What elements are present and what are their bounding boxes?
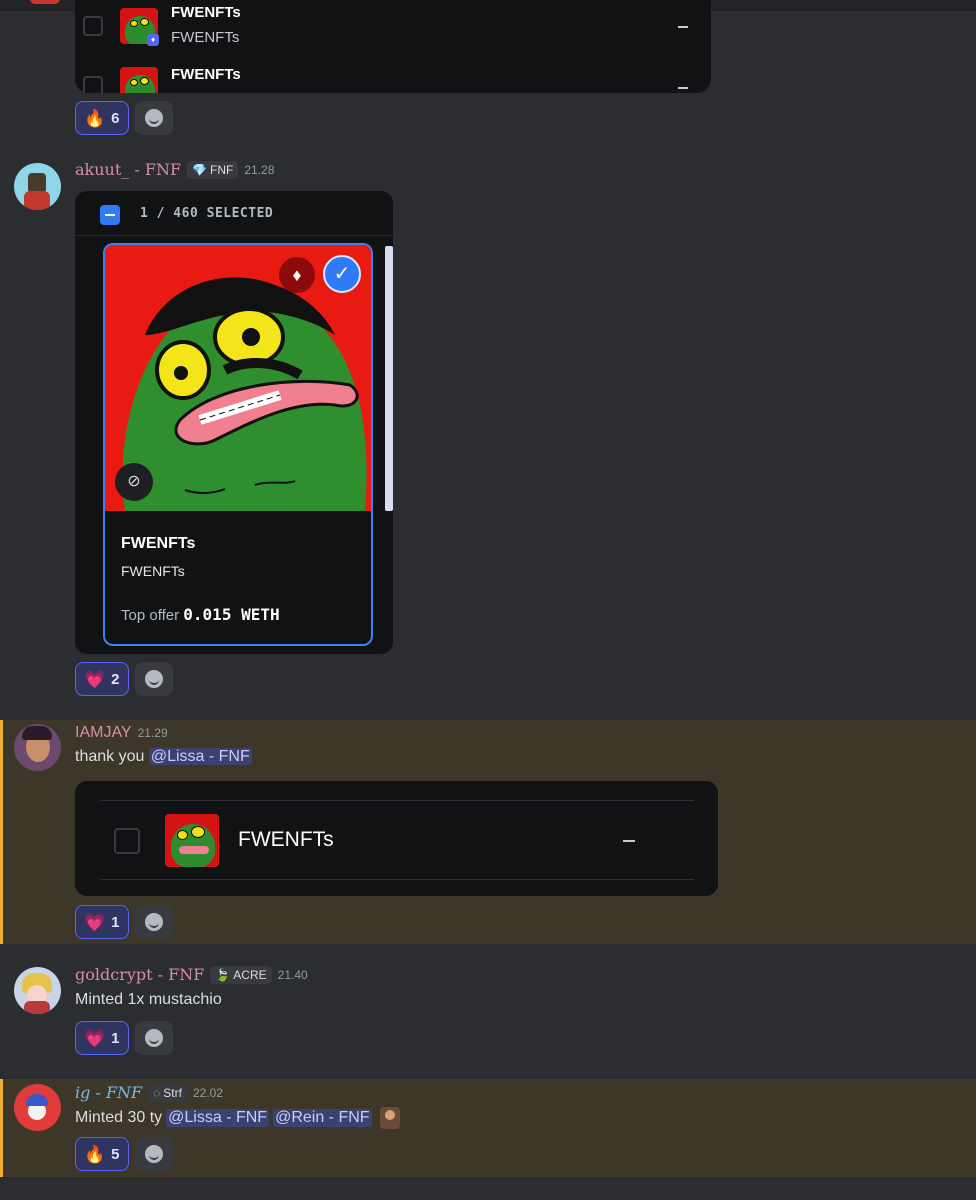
- divider: [100, 800, 694, 801]
- tag-label: FNF: [210, 162, 234, 177]
- timestamp: 21.28: [244, 162, 275, 177]
- heart-emoji-icon: 💗: [84, 669, 106, 689]
- reaction-heart[interactable]: 💗 1: [75, 905, 129, 939]
- smiley-icon: [144, 1145, 163, 1163]
- selection-header: 1 / 460 SELECTED: [75, 191, 393, 236]
- fire-emoji-icon: 🔥: [84, 108, 106, 128]
- user-mention[interactable]: @Rein - FNF: [273, 1109, 372, 1127]
- server-tag[interactable]: 💎 FNF: [187, 160, 239, 179]
- embed-subtitle: FWENFTs: [171, 29, 240, 46]
- dash-icon: [623, 840, 635, 842]
- reaction-fire[interactable]: 🔥 5: [75, 1137, 129, 1171]
- heart-emoji-icon: 💗: [84, 1028, 106, 1048]
- username[interactable]: IAMJAY: [75, 724, 132, 742]
- dash-icon: [678, 26, 688, 28]
- divider: [100, 879, 694, 880]
- reaction-count: 2: [111, 670, 120, 688]
- smiley-icon: [144, 109, 163, 127]
- heart-emoji-icon: 💗: [84, 912, 106, 932]
- top-offer: Top offer 0.015 WETH: [121, 605, 280, 624]
- add-reaction-button[interactable]: [134, 1137, 173, 1171]
- ethereum-icon: ♦: [279, 257, 315, 293]
- reaction-count: 5: [111, 1145, 120, 1163]
- message-header: IAMJAY 21.29: [75, 724, 168, 742]
- embed-row[interactable]: FWENFTs: [75, 62, 711, 93]
- add-reaction-button[interactable]: [134, 905, 173, 939]
- row-checkbox[interactable]: [83, 16, 103, 36]
- selection-count: 1 / 460 SELECTED: [140, 206, 274, 221]
- reaction-bar: 💗 2: [75, 662, 173, 696]
- next-card-peek[interactable]: [385, 246, 393, 511]
- reaction-count: 1: [111, 913, 120, 931]
- message-body: thank you: [75, 748, 145, 765]
- nft-thumbnail: [165, 814, 219, 867]
- embed-title: FWENFTs: [171, 66, 241, 83]
- nft-selection-embed: 1 / 460 SELECTED ♦ ✓ ⊘ FWENFTs FWENFTs T…: [75, 191, 393, 654]
- reaction-bar: 💗 1: [75, 1021, 173, 1055]
- avatar[interactable]: [14, 163, 61, 210]
- embed-title: FWENFTs: [238, 828, 334, 851]
- avatar[interactable]: [14, 724, 61, 771]
- eye-off-icon[interactable]: ⊘: [115, 463, 153, 501]
- eth-badge-icon: ♦: [147, 34, 159, 46]
- reaction-count: 6: [111, 109, 120, 127]
- username[interactable]: goldcrypt - FNF: [75, 965, 204, 984]
- username[interactable]: akuut_ - FNF: [75, 160, 181, 179]
- message-header: goldcrypt - FNF 🍃 ACRE 21.40: [75, 965, 308, 984]
- nft-collection: FWENFTs: [121, 563, 185, 579]
- reaction-fire[interactable]: 🔥 6: [75, 101, 129, 135]
- user-mention[interactable]: @Lissa - FNF: [148, 748, 252, 765]
- offer-value: 0.015 WETH: [183, 605, 280, 624]
- custom-emoji-icon: [379, 1107, 400, 1129]
- message-body: Minted 30 ty: [75, 1109, 163, 1126]
- reaction-heart[interactable]: 💗 1: [75, 1021, 129, 1055]
- collection-embed-top: ♦ FWENFTs FWENFTs FWENFTs: [75, 0, 711, 93]
- selected-check-icon[interactable]: ✓: [323, 255, 361, 293]
- server-tag[interactable]: ◌ Strf: [148, 1083, 187, 1102]
- timestamp: 22.02: [192, 1085, 223, 1100]
- reaction-bar: 🔥 5: [75, 1137, 173, 1171]
- avatar[interactable]: [14, 1084, 61, 1131]
- smiley-icon: [144, 913, 163, 931]
- diamond-icon: 💎: [192, 162, 208, 177]
- message-text: thank you @Lissa - FNF: [75, 748, 252, 766]
- nft-thumbnail: [120, 67, 158, 93]
- tag-label: ACRE: [233, 967, 267, 982]
- add-reaction-button[interactable]: [134, 101, 173, 135]
- smiley-icon: [144, 1029, 163, 1047]
- reaction-heart[interactable]: 💗 2: [75, 662, 129, 696]
- fire-emoji-icon: 🔥: [84, 1144, 106, 1164]
- timestamp: 21.29: [137, 726, 168, 740]
- row-checkbox[interactable]: [114, 828, 140, 854]
- collection-embed: FWENFTs: [75, 781, 718, 896]
- message-goldcrypt: goldcrypt - FNF 🍃 ACRE 21.40 Minted 1x mu…: [0, 955, 976, 1075]
- server-tag[interactable]: 🍃 ACRE: [210, 965, 272, 984]
- deselect-checkbox[interactable]: [100, 205, 120, 225]
- embed-row[interactable]: ♦ FWENFTs FWENFTs: [75, 4, 711, 46]
- embed-title: FWENFTs: [171, 4, 241, 21]
- timestamp: 21.40: [277, 967, 308, 982]
- message-header: akuut_ - FNF 💎 FNF 21.28: [75, 160, 274, 179]
- ring-icon: ◌: [153, 1085, 161, 1100]
- message-text: Minted 30 ty @Lissa - FNF @Rein - FNF: [75, 1107, 400, 1129]
- username[interactable]: ig - FNF: [75, 1083, 142, 1102]
- user-mention[interactable]: @Lissa - FNF: [166, 1109, 270, 1127]
- add-reaction-button[interactable]: [134, 662, 173, 696]
- offer-label: Top offer: [121, 607, 180, 624]
- reaction-bar: 🔥 6: [75, 101, 173, 135]
- leaf-icon: 🍃: [215, 967, 231, 982]
- tag-label: Strf: [163, 1085, 182, 1100]
- red-indicator: [30, 0, 60, 4]
- dash-icon: [678, 87, 688, 89]
- nft-title: FWENFTs: [121, 535, 196, 552]
- smiley-icon: [144, 670, 163, 688]
- message-header: ig - FNF ◌ Strf 22.02: [75, 1083, 223, 1102]
- avatar[interactable]: [14, 967, 61, 1014]
- add-reaction-button[interactable]: [134, 1021, 173, 1055]
- reaction-count: 1: [111, 1029, 120, 1047]
- reaction-bar: 💗 1: [75, 905, 173, 939]
- row-checkbox[interactable]: [83, 76, 103, 93]
- nft-card[interactable]: ♦ ✓ ⊘ FWENFTs FWENFTs Top offer 0.015 WE…: [103, 243, 373, 646]
- message-text: Minted 1x mustachio: [75, 991, 222, 1008]
